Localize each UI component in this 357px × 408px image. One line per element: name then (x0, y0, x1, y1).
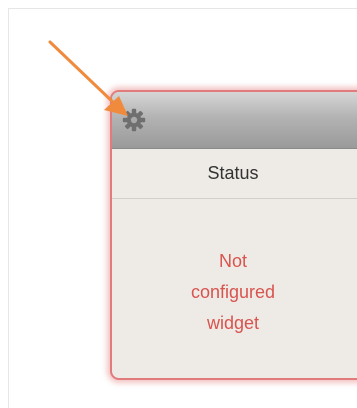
widget-header[interactable] (112, 92, 357, 149)
status-widget[interactable]: Status Not configured widget (110, 90, 357, 380)
widget-title: Status (207, 163, 259, 183)
widget-message: Not configured widget (112, 246, 354, 339)
message-line-1: Not (218, 251, 247, 271)
message-line-2: configured (190, 282, 276, 302)
message-line-3: widget (206, 313, 260, 333)
screenshot-canvas: Status Not configured widget (0, 0, 357, 408)
gear-icon[interactable] (122, 108, 146, 132)
widget-divider (112, 198, 357, 199)
